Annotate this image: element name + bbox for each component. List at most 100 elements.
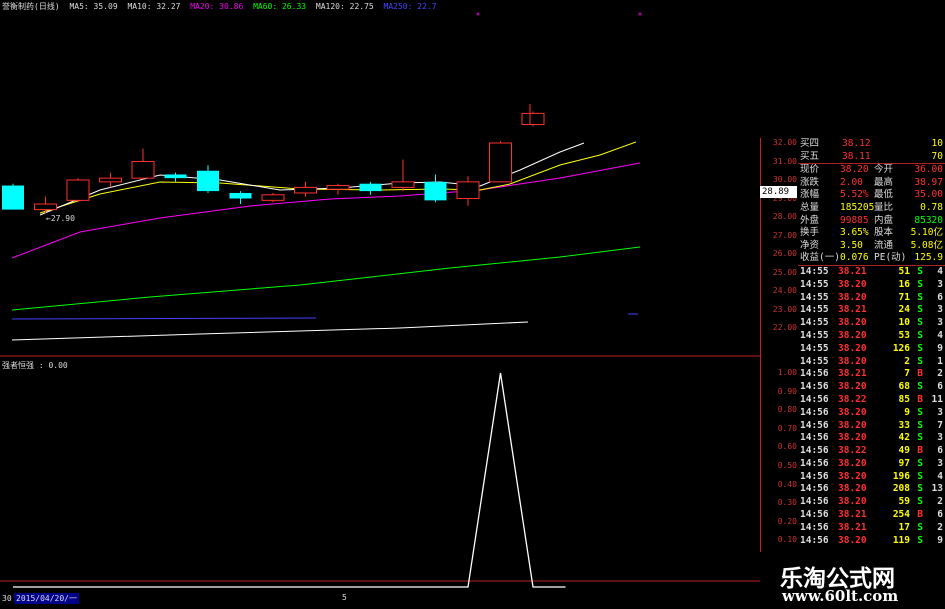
ma10-value: MA10: 32.27 <box>127 2 181 11</box>
indicator-tick-label: 0.70 <box>777 423 797 433</box>
trade-price: 38.20 <box>838 470 867 482</box>
indicator-chart[interactable] <box>0 357 760 595</box>
trade-direction: B <box>917 393 923 405</box>
trade-time: 14:56 <box>800 406 829 418</box>
trade-time: 14:55 <box>800 317 829 329</box>
quote-stat-row: 净资 3.50 流通 5.08亿 <box>798 240 945 253</box>
stat-label: 收益(一) <box>800 252 840 264</box>
trade-direction: S <box>917 317 923 329</box>
trade-row: 14:55 38.20 16 S 3 <box>798 279 945 292</box>
indicator-tick-label: 0.60 <box>777 442 797 452</box>
trade-time: 14:55 <box>800 265 829 277</box>
quote-stat-row: 收益(一) 0.076 PE(动) 125.9 <box>798 252 945 265</box>
candle <box>456 176 480 206</box>
trade-count: 3 <box>937 317 943 329</box>
stat-label: 股本 <box>874 227 894 239</box>
stat-value: 38.97 <box>914 176 943 188</box>
ma20-line <box>11 162 641 259</box>
trade-direction: S <box>917 406 923 418</box>
price-axis: 32.00 31.00 30.00 29.00 28.00 27.00 26.00 25.00… <box>760 138 799 357</box>
trade-count: 2 <box>937 496 943 508</box>
trade-direction: B <box>917 445 923 457</box>
trade-volume: 16 <box>898 278 910 290</box>
current-price-tag-label: 28.89 <box>762 187 790 197</box>
trade-price: 38.20 <box>838 483 867 495</box>
trade-count: 9 <box>937 534 943 546</box>
trade-time: 14:55 <box>800 355 829 367</box>
trade-volume: 51 <box>898 265 910 277</box>
stat-value: 185205 <box>840 201 875 213</box>
ma120-value: MA120: 22.75 <box>315 2 374 11</box>
stat-value: 36.00 <box>914 164 943 176</box>
stat-label: 现价 <box>800 164 820 176</box>
stat-value: 35.00 <box>914 189 943 201</box>
trade-time: 14:55 <box>800 342 829 354</box>
cursor-date: 2015/04/20/一 <box>14 593 79 604</box>
trade-time: 14:55 <box>800 329 829 341</box>
trade-volume: 119 <box>892 534 910 546</box>
trade-direction: S <box>917 419 923 431</box>
trade-row: 14:56 38.21 7 B 2 <box>798 368 945 381</box>
stat-value: 3.50 <box>840 239 863 251</box>
period-tab[interactable]: 30 <box>2 594 12 603</box>
trade-volume: 33 <box>898 419 910 431</box>
trade-time: 14:56 <box>800 470 829 482</box>
price-tick-label: 28.00 <box>772 212 797 221</box>
trade-price: 38.20 <box>838 381 867 393</box>
candle <box>229 191 252 205</box>
trade-time: 14:56 <box>800 445 829 457</box>
trade-row: 14:55 38.20 71 S 6 <box>798 292 945 305</box>
trade-count: 6 <box>937 291 943 303</box>
trade-price: 38.20 <box>838 457 867 469</box>
trade-volume: 17 <box>898 521 910 533</box>
trade-count: 2 <box>937 368 943 380</box>
price-tick-label: 22.00 <box>772 323 797 332</box>
trade-count: 6 <box>937 509 943 521</box>
stat-value: 99885 <box>840 214 869 226</box>
stat-value: 125.9 <box>914 252 943 264</box>
stat-value: 2.00 <box>840 176 863 188</box>
candle <box>66 178 90 203</box>
trade-volume: 2 <box>904 355 910 367</box>
trade-time: 14:56 <box>800 432 829 444</box>
trade-price: 38.21 <box>838 304 867 316</box>
indicator-tick-label: 0.10 <box>777 535 797 545</box>
trade-time: 14:56 <box>800 534 829 546</box>
ma60-value: MA60: 26.33 <box>253 2 307 11</box>
trade-count: 3 <box>937 406 943 418</box>
kline-chart[interactable]: ←27.90 <box>0 0 760 357</box>
low-price-annotation: ←27.90 <box>46 214 75 223</box>
trade-row: 14:56 38.20 9 S 3 <box>798 407 945 420</box>
trade-direction: S <box>917 381 923 393</box>
candle <box>294 181 317 197</box>
trade-volume: 126 <box>892 342 910 354</box>
trade-direction: S <box>917 355 923 367</box>
stat-label: PE(动) <box>874 252 907 264</box>
trade-price: 38.20 <box>838 278 867 290</box>
ma5-value: MA5: 35.09 <box>69 2 118 11</box>
price-tick-label: 25.00 <box>772 267 797 277</box>
candle <box>391 159 415 192</box>
trade-direction: S <box>917 342 923 354</box>
trade-price: 38.20 <box>838 406 867 418</box>
trade-time: 14:56 <box>800 496 829 508</box>
trade-row: 14:56 38.20 42 S 3 <box>798 432 945 445</box>
trade-price: 38.20 <box>838 342 867 354</box>
trade-count: 1 <box>937 355 943 367</box>
trade-row: 14:55 38.20 53 S 4 <box>798 330 945 343</box>
trade-direction: S <box>917 265 923 277</box>
trade-volume: 208 <box>892 483 910 495</box>
trade-price: 38.22 <box>838 393 867 405</box>
trade-time: 14:56 <box>800 393 829 405</box>
quote-stat-row: 涨幅 5.52% 最低 35.00 <box>798 189 945 202</box>
stat-label: 涨幅 <box>800 189 820 201</box>
quote-stat-row: 总量 185205 量比 0.78 <box>798 202 945 215</box>
trade-count: 11 <box>931 393 943 405</box>
trade-row: 14:56 38.20 208 S 13 <box>798 483 945 496</box>
trade-price: 38.20 <box>838 496 867 508</box>
trade-count: 4 <box>937 470 943 482</box>
trade-time: 14:55 <box>800 291 829 303</box>
bid4-price: 38.12 <box>842 138 871 149</box>
trade-time: 14:56 <box>800 509 829 521</box>
watermark-url: www.60lt.com <box>782 587 899 605</box>
